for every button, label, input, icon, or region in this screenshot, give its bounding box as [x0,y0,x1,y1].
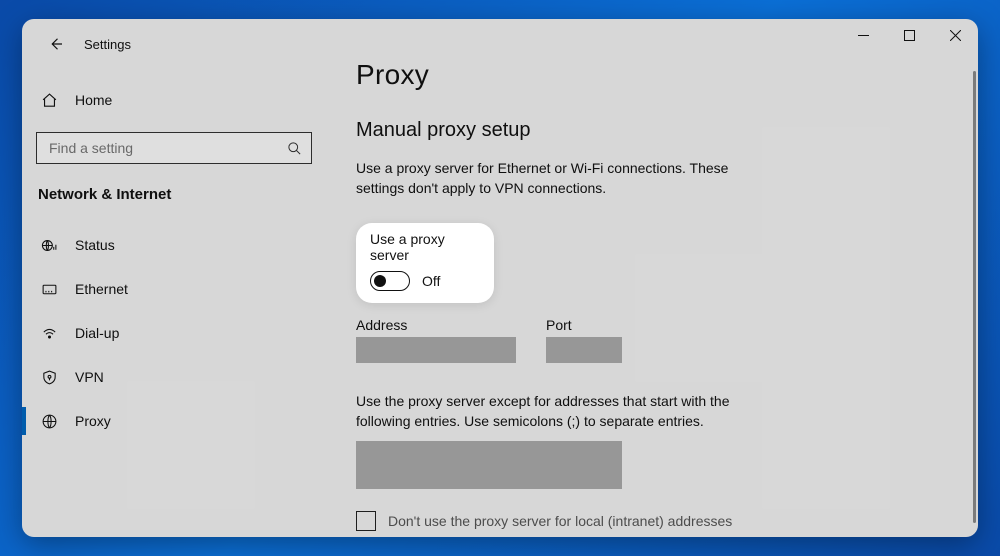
toggle-knob [374,275,386,287]
search-box[interactable] [36,132,312,164]
sidebar-item-label: Status [75,237,115,253]
sidebar-item-vpn[interactable]: VPN [22,355,330,399]
back-button[interactable] [40,28,72,60]
port-label: Port [546,317,622,333]
globe-bars-icon [40,236,58,254]
minimize-button[interactable] [840,19,886,51]
sidebar-item-status[interactable]: Status [22,223,330,267]
section-description: Use a proxy server for Ethernet or Wi-Fi… [356,158,756,199]
intranet-checkbox[interactable] [356,511,376,531]
section-title: Manual proxy setup [356,119,978,142]
home-icon [40,91,58,109]
sidebar-section: Network & Internet [22,164,330,207]
window-controls [840,19,978,51]
maximize-button[interactable] [886,19,932,51]
address-label: Address [356,317,516,333]
use-proxy-highlight: Use a proxy server Off [356,223,494,303]
left-pane: Settings Home Network & Internet Stat [22,19,330,537]
page-title: Proxy [356,59,978,91]
sidebar-home[interactable]: Home [22,80,330,120]
use-proxy-toggle[interactable] [370,271,410,291]
settings-window: Settings Home Network & Internet Stat [22,19,978,537]
scrollbar[interactable] [973,71,976,523]
content-pane: Proxy Manual proxy setup Use a proxy ser… [330,19,978,537]
intranet-label: Don't use the proxy server for local (in… [388,513,732,529]
sidebar-item-label: VPN [75,369,104,385]
shield-icon [40,368,58,386]
ethernet-icon [40,280,58,298]
sidebar-item-dial-up[interactable]: Dial-up [22,311,330,355]
sidebar-item-ethernet[interactable]: Ethernet [22,267,330,311]
search-input[interactable] [47,139,267,157]
exceptions-description: Use the proxy server except for addresse… [356,391,776,432]
exceptions-textarea[interactable] [356,441,622,489]
sidebar-item-proxy[interactable]: Proxy [22,399,330,443]
sidebar-item-label: Dial-up [75,325,119,341]
port-input[interactable] [546,337,622,363]
use-proxy-label: Use a proxy server [370,231,480,263]
sidebar-item-label: Ethernet [75,281,128,297]
globe-icon [40,412,58,430]
window-title: Settings [84,37,131,52]
search-icon [285,139,303,157]
sidebar-nav: Status Ethernet Dial-up VPN [22,223,330,443]
use-proxy-state: Off [422,273,440,289]
sidebar-home-label: Home [75,92,112,108]
sidebar-item-label: Proxy [75,413,111,429]
close-button[interactable] [932,19,978,51]
address-input[interactable] [356,337,516,363]
wifi-dots-icon [40,324,58,342]
